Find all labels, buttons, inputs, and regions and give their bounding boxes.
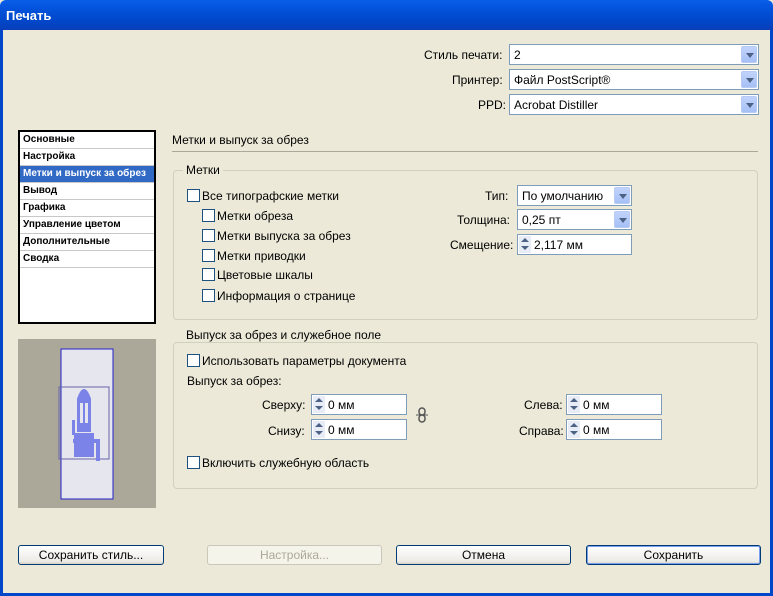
printer-select[interactable]: Файл PostScript® [509, 69, 759, 90]
printer-value: Файл PostScript® [514, 73, 611, 87]
save-style-button[interactable]: Сохранить стиль... [18, 545, 164, 565]
color-bars-checkbox[interactable] [202, 268, 215, 281]
category-list: Основные Настройка Метки и выпуск за обр… [18, 130, 156, 324]
ppd-select[interactable]: Acrobat Distiller [509, 94, 759, 115]
sidebar-item-summary[interactable]: Сводка [20, 251, 154, 268]
spin-arrows-icon[interactable] [519, 236, 531, 253]
print-style-select[interactable]: 2 [509, 44, 759, 65]
page-info-label: Информация о странице [217, 289, 356, 303]
bleed-left-label: Слева: [524, 398, 563, 412]
mark-offset-label: Смещение: [450, 238, 514, 252]
spin-arrows-icon[interactable] [313, 396, 325, 413]
printer-label: Принтер: [452, 73, 503, 87]
include-slug-checkbox[interactable] [187, 456, 200, 469]
bleed-right-stepper[interactable]: 0 мм [566, 419, 662, 440]
use-document-bleed-checkbox[interactable] [187, 354, 200, 367]
panel-title: Метки и выпуск за обрез [172, 133, 309, 147]
bleed-top-value: 0 мм [328, 398, 355, 412]
bleed-left-value: 0 мм [583, 398, 610, 412]
mark-weight-label: Толщина: [457, 213, 511, 227]
crop-marks-label: Метки обреза [217, 209, 293, 223]
bleed-left-stepper[interactable]: 0 мм [566, 394, 662, 415]
spin-arrows-icon[interactable] [568, 396, 580, 413]
sidebar-item-advanced[interactable]: Дополнительные [20, 234, 154, 251]
cancel-button[interactable]: Отмена [396, 545, 571, 565]
crop-marks-checkbox[interactable] [202, 209, 215, 222]
bleed-bottom-stepper[interactable]: 0 мм [311, 419, 407, 440]
color-bars-label: Цветовые шкалы [217, 268, 313, 282]
bleed-bottom-value: 0 мм [328, 423, 355, 437]
page-preview [18, 339, 156, 508]
page-info-checkbox[interactable] [202, 289, 215, 302]
bleed-marks-label: Метки выпуска за обрез [217, 229, 351, 243]
mark-type-value: По умолчанию [522, 189, 604, 203]
mark-type-label: Тип: [485, 189, 509, 203]
sidebar-item-color-management[interactable]: Управление цветом [20, 217, 154, 234]
registration-marks-checkbox[interactable] [202, 249, 215, 262]
panel-divider [172, 151, 758, 152]
spin-arrows-icon[interactable] [568, 421, 580, 438]
bleed-marks-checkbox[interactable] [202, 229, 215, 242]
sidebar-item-setup[interactable]: Настройка [20, 149, 154, 166]
spin-arrows-icon[interactable] [313, 421, 325, 438]
bleed-top-label: Сверху: [262, 398, 306, 412]
bleed-group-title: Выпуск за обрез и служебное поле [183, 328, 385, 342]
include-slug-label: Включить служебную область [202, 456, 370, 470]
ppd-value: Acrobat Distiller [514, 98, 599, 112]
chevron-down-icon[interactable] [741, 46, 757, 63]
save-button[interactable]: Сохранить [586, 545, 761, 565]
print-style-label: Стиль печати: [424, 48, 503, 62]
chevron-down-icon[interactable] [741, 71, 757, 88]
mark-offset-stepper[interactable]: 2,117 мм [517, 234, 632, 255]
chevron-down-icon[interactable] [614, 211, 630, 228]
marks-group-title: Метки [183, 163, 223, 177]
window-title: Печать [6, 8, 52, 23]
setup-button[interactable]: Настройка... [207, 545, 382, 565]
print-style-value: 2 [514, 48, 521, 62]
sidebar-item-graphics[interactable]: Графика [20, 200, 154, 217]
mark-weight-value: 0,25 пт [522, 213, 561, 227]
page-preview-graphic [58, 348, 114, 500]
mark-offset-value: 2,117 мм [534, 238, 583, 252]
chain-link-icon[interactable] [415, 407, 429, 423]
all-marks-label: Все типографские метки [202, 189, 339, 203]
all-marks-checkbox[interactable] [187, 189, 200, 202]
chevron-down-icon[interactable] [614, 187, 630, 204]
bleed-right-label: Справа: [519, 424, 564, 438]
registration-marks-label: Метки приводки [217, 249, 306, 263]
chevron-down-icon[interactable] [741, 96, 757, 113]
mark-weight-select[interactable]: 0,25 пт [517, 209, 632, 230]
ppd-label: PPD: [478, 98, 507, 112]
mark-type-select[interactable]: По умолчанию [517, 185, 632, 206]
bleed-right-value: 0 мм [583, 423, 610, 437]
title-bar: Печать [0, 0, 773, 30]
sidebar-item-general[interactable]: Основные [20, 132, 154, 149]
use-document-bleed-label: Использовать параметры документа [202, 354, 407, 368]
bleed-bottom-label: Снизу: [268, 424, 305, 438]
bleed-label: Выпуск за обрез: [187, 374, 282, 388]
sidebar-item-marks-bleed[interactable]: Метки и выпуск за обрез [20, 166, 154, 183]
sidebar-item-output[interactable]: Вывод [20, 183, 154, 200]
bleed-top-stepper[interactable]: 0 мм [311, 394, 407, 415]
